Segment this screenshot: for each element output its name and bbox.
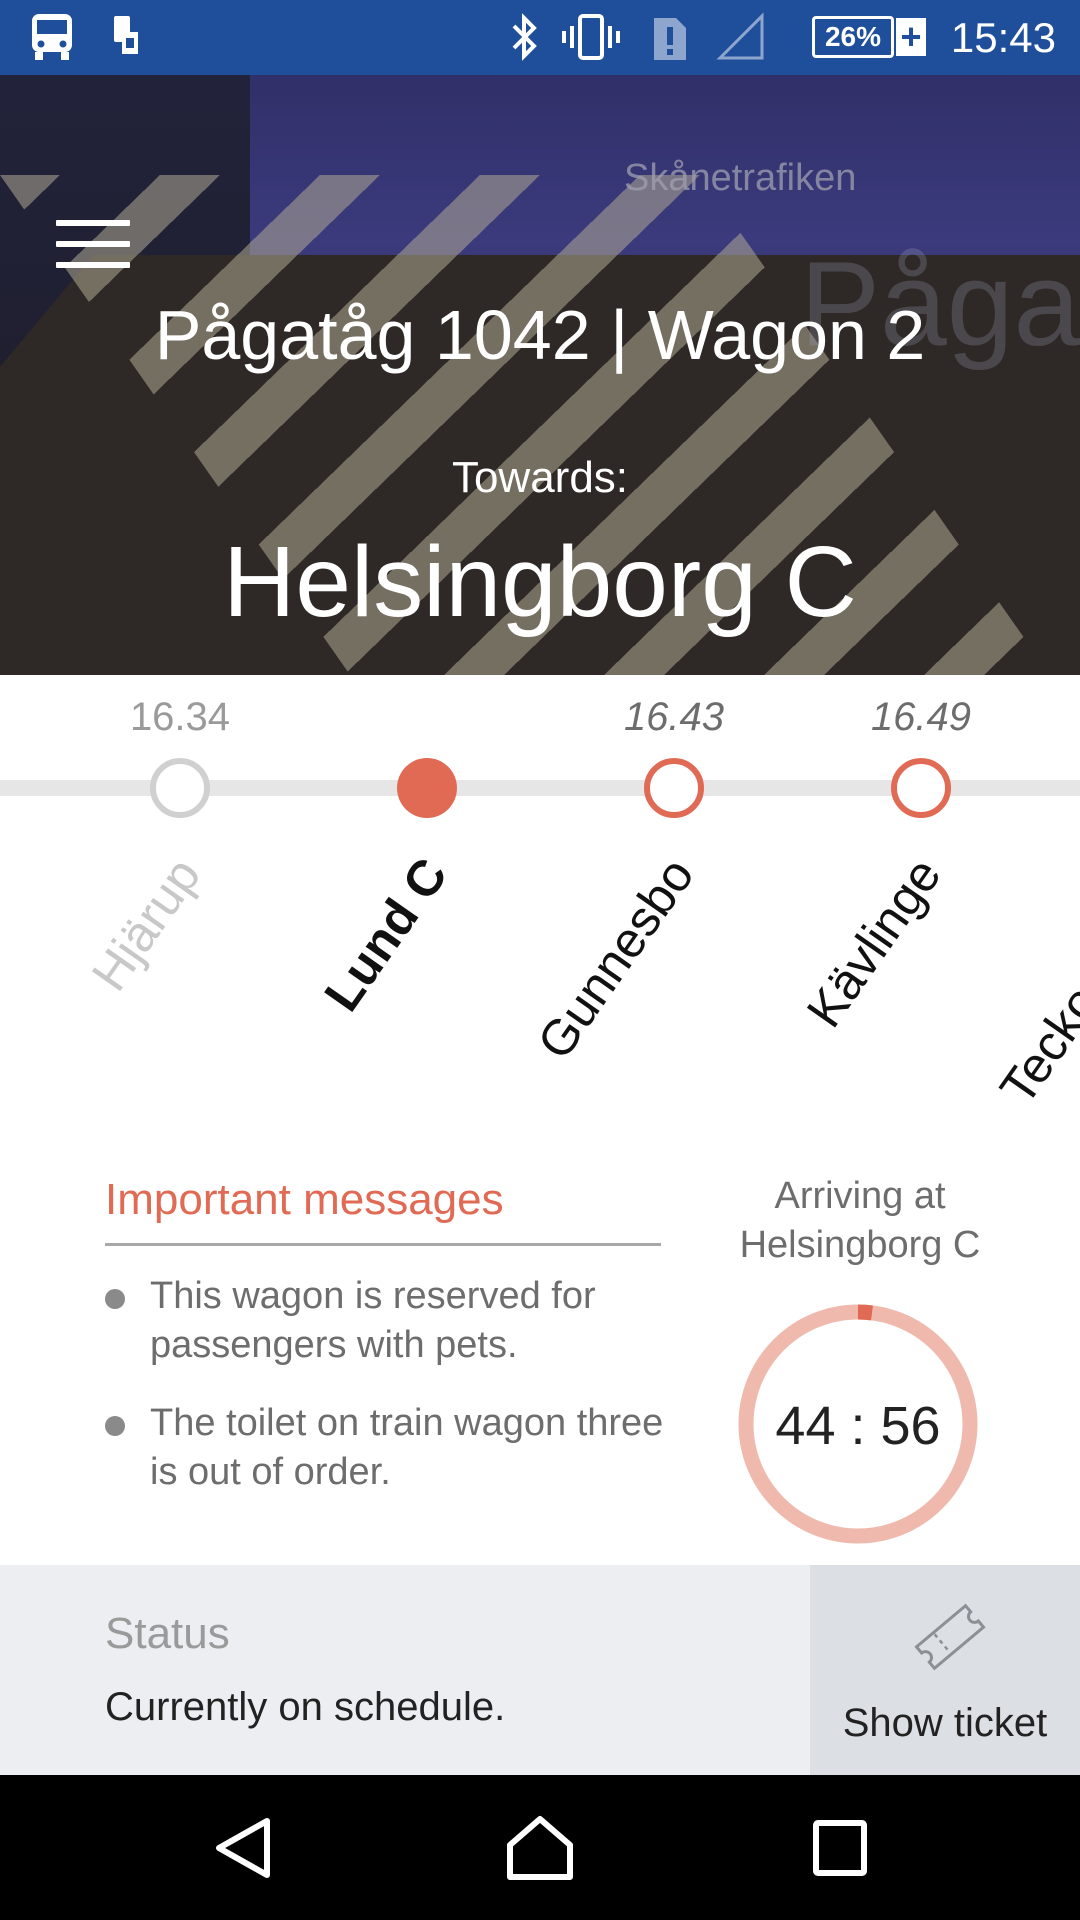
message-text: This wagon is reserved for passengers wi… bbox=[150, 1275, 596, 1366]
stop-time: 16.34 bbox=[129, 695, 231, 739]
battery-icon: 26% bbox=[812, 16, 894, 58]
battery-percentage: 26% bbox=[824, 21, 882, 52]
status-bar: 26% + 15:43 bbox=[0, 0, 1080, 75]
ticket-icon bbox=[914, 1603, 986, 1671]
alert-sim-icon bbox=[654, 18, 686, 60]
vibrate-icon bbox=[562, 14, 620, 60]
recents-icon[interactable] bbox=[800, 1813, 880, 1883]
stop-name[interactable]: Gunnesbo bbox=[526, 847, 706, 1069]
countdown-timer: 44 : 56 bbox=[775, 1396, 941, 1456]
messages-title: Important messages bbox=[105, 1175, 504, 1224]
bullet-icon bbox=[105, 1416, 125, 1436]
stop-name[interactable]: Hjärup bbox=[80, 847, 212, 1001]
stop-marker bbox=[397, 758, 457, 818]
back-icon[interactable] bbox=[205, 1813, 285, 1883]
status-label: Status bbox=[105, 1609, 230, 1658]
destination-title: Helsingborg C bbox=[223, 526, 857, 638]
message-text: The toilet on train wagon three is out o… bbox=[150, 1402, 664, 1493]
towards-label: Towards: bbox=[451, 453, 629, 502]
charging-plus-icon: + bbox=[896, 18, 926, 56]
bullet-icon bbox=[105, 1289, 125, 1309]
navigation-bar bbox=[0, 1775, 1080, 1920]
messages-divider bbox=[105, 1243, 661, 1246]
message-item: This wagon is reserved for passengers wi… bbox=[105, 1272, 665, 1372]
status-panel: Status Currently on schedule. bbox=[0, 1565, 810, 1775]
phone-sim-icon bbox=[114, 16, 138, 54]
stop-time: 16.49 bbox=[870, 695, 972, 739]
stop-marker bbox=[644, 758, 704, 818]
clock: 15:43 bbox=[950, 14, 1056, 61]
show-ticket-label: Show ticket bbox=[842, 1701, 1048, 1745]
bus-icon bbox=[32, 14, 72, 60]
bluetooth-icon bbox=[512, 13, 537, 61]
menu-icon bbox=[56, 220, 130, 226]
train-title: Pågatåg 1042 | Wagon 2 bbox=[154, 296, 926, 374]
stop-marker bbox=[891, 758, 951, 818]
message-item: The toilet on train wagon three is out o… bbox=[105, 1399, 665, 1499]
hero-banner: Skånetrafiken Pågatåg Pågatåg 1042 | Wag… bbox=[0, 75, 1080, 675]
show-ticket-button[interactable]: Show ticket bbox=[810, 1565, 1080, 1775]
stop-name[interactable]: Teckomatorp bbox=[988, 847, 1080, 1115]
stop-name[interactable]: Kävlinge bbox=[795, 847, 953, 1037]
route-timeline[interactable]: 16.34 Hjärup Lund C 16.43 Gunnesbo 16.49 Kävli… bbox=[0, 675, 1080, 1155]
signal-icon bbox=[716, 12, 764, 60]
menu-button[interactable] bbox=[56, 220, 130, 268]
stop-marker bbox=[150, 758, 210, 818]
stop-time: 16.43 bbox=[623, 695, 725, 739]
stop-name[interactable]: Lund C bbox=[312, 847, 458, 1021]
arrival-label: Arriving at Helsingborg C bbox=[739, 1175, 981, 1266]
home-icon[interactable] bbox=[500, 1813, 580, 1883]
status-text: Currently on schedule. bbox=[105, 1685, 506, 1729]
